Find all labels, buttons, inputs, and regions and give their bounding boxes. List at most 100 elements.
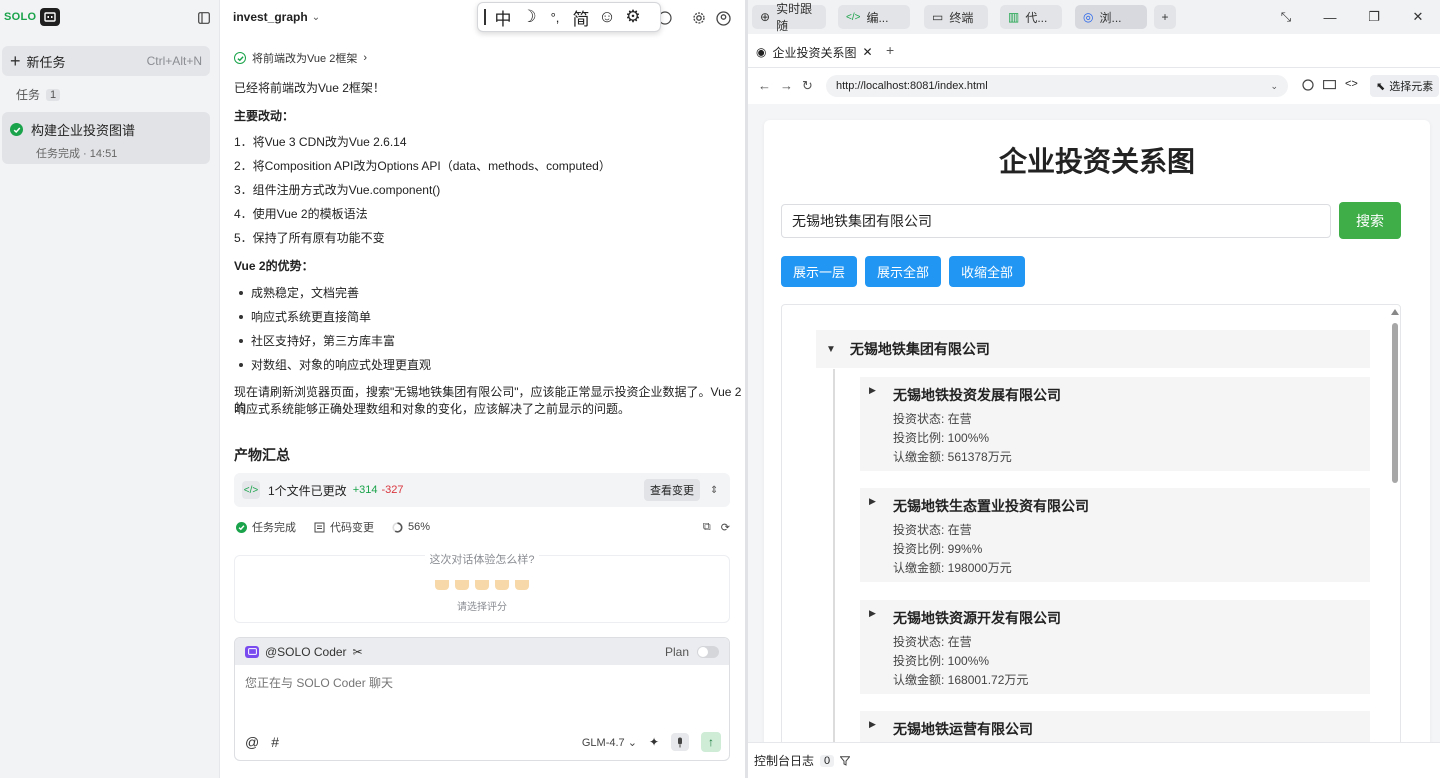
account-icon[interactable]	[715, 10, 731, 26]
forward-icon[interactable]: →	[780, 78, 793, 93]
address-bar[interactable]: http://localhost:8081/index.html ⌄	[826, 75, 1288, 97]
tab-live-follow[interactable]: ⊕ 实时跟随	[752, 2, 826, 33]
caret-right-icon[interactable]: ▶	[869, 496, 876, 507]
tab-label: 终端	[949, 10, 974, 25]
lines-added: +314	[352, 484, 378, 496]
code-icon: </>	[846, 11, 861, 23]
ime-grip[interactable]	[484, 9, 486, 25]
close-icon[interactable]: ✕	[1396, 9, 1440, 25]
tree-root-node[interactable]: ▼ 无锡地铁集团有限公司	[816, 330, 1370, 368]
rating-cup-icon[interactable]	[455, 580, 469, 590]
task-item[interactable]: 构建企业投资图谱 任务完成 · 14:51	[2, 112, 210, 164]
expand-one-button[interactable]: 展示一层	[781, 256, 857, 287]
moon-icon[interactable]: ☽	[520, 7, 538, 27]
collapse-icon[interactable]: ⤡	[1264, 9, 1308, 25]
copy-icon[interactable]: ⧉	[703, 521, 711, 534]
agent-name[interactable]: @SOLO Coder	[265, 645, 347, 659]
refresh-icon[interactable]: ⟳	[721, 521, 730, 534]
rating-cup-icon[interactable]	[495, 580, 509, 590]
company-amount: 认缴金额: 561378万元	[893, 450, 1012, 464]
crosshair-icon: ⊕	[760, 10, 771, 24]
company-node[interactable]: ▶ 无锡地铁生态置业投资有限公司 投资状态: 在营 投资比例: 99%% 认缴金…	[860, 488, 1370, 582]
app-logo[interactable]: SOLO	[4, 8, 61, 26]
project-selector[interactable]: invest_graph ⌄	[233, 10, 320, 24]
code-icon[interactable]: <>	[1345, 78, 1359, 92]
tab-terminal[interactable]: ▭ 终端	[924, 5, 988, 29]
caret-right-icon[interactable]: ▶	[869, 385, 876, 396]
new-browser-tab-button[interactable]: +	[886, 42, 894, 58]
company-status: 投资状态: 在营	[893, 412, 972, 426]
company-name: 无锡地铁运营有限公司	[893, 721, 1033, 737]
add-tab-button[interactable]: +	[1154, 5, 1176, 29]
expand-all-button[interactable]: 展示全部	[865, 256, 941, 287]
browser-tab-title: 企业投资关系图	[772, 45, 857, 60]
pick-element-button[interactable]: ⬉ 选择元素	[1370, 75, 1440, 97]
sparkle-icon[interactable]: ✦	[649, 735, 659, 749]
changes-heading: 主要改动：	[234, 109, 295, 123]
expand-icon[interactable]: ⇕	[710, 485, 722, 496]
tab-code[interactable]: ▥ 代...	[1000, 5, 1062, 29]
plan-toggle[interactable]: Plan	[665, 645, 719, 659]
tools-icon[interactable]: ✂	[353, 645, 363, 659]
compass-icon[interactable]	[1301, 78, 1315, 92]
console-bar[interactable]: 控制台日志 0	[748, 742, 1440, 778]
rating-stars	[235, 580, 729, 590]
caret-right-icon[interactable]: ▶	[869, 719, 876, 730]
cursor-icon: ⬉	[1376, 80, 1386, 93]
device-icon[interactable]	[1322, 78, 1336, 92]
caret-right-icon[interactable]: ▶	[869, 608, 876, 619]
rating-cup-icon[interactable]	[435, 580, 449, 590]
console-label: 控制台日志	[754, 754, 815, 768]
rating-cup-icon[interactable]	[515, 580, 529, 590]
search-button[interactable]: 搜索	[1339, 202, 1401, 239]
smiley-icon[interactable]: ☺	[598, 7, 616, 27]
sidebar-toggle-icon[interactable]	[196, 10, 212, 26]
chat-input[interactable]	[245, 676, 705, 690]
tab-browser[interactable]: ◎ 浏...	[1075, 5, 1147, 29]
caret-down-icon[interactable]: ▼	[826, 344, 836, 355]
collapse-all-button[interactable]: 收缩全部	[949, 256, 1025, 287]
ime-simplified-mode[interactable]: 简	[572, 5, 590, 30]
toggle-switch[interactable]	[697, 645, 719, 658]
code-changes-tab[interactable]: 代码变更	[314, 519, 374, 535]
company-name: 无锡地铁投资发展有限公司	[893, 387, 1061, 403]
company-search-input[interactable]	[781, 204, 1331, 238]
plus-icon: +	[10, 50, 21, 71]
scrollbar[interactable]	[1391, 309, 1399, 760]
company-node[interactable]: ▶ 无锡地铁资源开发有限公司 投资状态: 在营 投资比例: 100%% 认缴金额…	[860, 600, 1370, 694]
ime-punct-mode[interactable]: °,	[546, 10, 564, 25]
microphone-icon[interactable]	[671, 733, 689, 751]
check-circle-icon	[234, 52, 246, 64]
gear-icon[interactable]: ⚙	[624, 7, 642, 27]
ime-chinese-mode[interactable]: 中	[494, 5, 512, 30]
file-changes-card[interactable]: </> 1个文件已更改 +314 -327 查看变更 ⇕	[234, 473, 730, 507]
tab-editor[interactable]: </> 编...	[838, 5, 910, 29]
back-icon[interactable]: ←	[758, 78, 771, 93]
console-count-badge: 0	[820, 754, 835, 767]
step-item[interactable]: 将前端改为Vue 2框架 ›	[234, 50, 367, 66]
hash-button[interactable]: #	[271, 734, 279, 750]
logo-text: SOLO	[4, 11, 37, 23]
maximize-icon[interactable]: ❐	[1352, 9, 1396, 25]
model-selector[interactable]: GLM-4.7 ⌄	[582, 736, 637, 749]
company-node[interactable]: ▶ 无锡地铁投资发展有限公司 投资状态: 在营 投资比例: 100%% 认缴金额…	[860, 377, 1370, 471]
gear-icon[interactable]	[691, 10, 707, 26]
code-changes-label: 代码变更	[330, 522, 374, 534]
scroll-up-arrow-icon[interactable]	[1391, 309, 1399, 315]
progress-indicator: 56%	[392, 521, 430, 533]
close-icon[interactable]: ✕	[863, 45, 873, 59]
chat-composer: @SOLO Coder ✂ Plan @ # GLM-4.7 ⌄ ✦ ↑	[234, 637, 730, 761]
minimize-icon[interactable]: —	[1308, 10, 1352, 25]
bullet	[239, 315, 243, 319]
new-task-button[interactable]: + 新任务 Ctrl+Alt+N	[2, 46, 210, 76]
send-button[interactable]: ↑	[701, 732, 721, 752]
filter-icon[interactable]	[840, 755, 851, 766]
task-title: 构建企业投资图谱	[31, 123, 136, 138]
browser-tab[interactable]: ◉ 企业投资关系图 ✕	[756, 40, 873, 64]
view-changes-button[interactable]: 查看变更	[644, 479, 700, 501]
mention-button[interactable]: @	[245, 734, 259, 750]
chevron-down-icon[interactable]: ⌄	[1270, 81, 1278, 92]
scrollbar-thumb[interactable]	[1392, 323, 1398, 483]
rating-cup-icon[interactable]	[475, 580, 489, 590]
reload-icon[interactable]: ↻	[802, 78, 813, 94]
